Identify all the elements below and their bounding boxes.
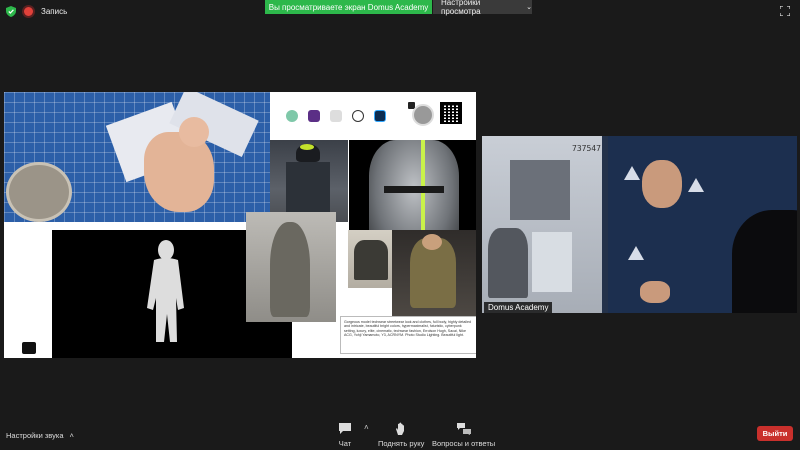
- raise-hand-label: Поднять руку: [378, 439, 425, 448]
- recording-icon: [24, 7, 33, 16]
- qa-icon: [456, 423, 471, 435]
- qa-label: Вопросы и ответы: [432, 439, 496, 448]
- chat-options-icon[interactable]: ˄: [364, 423, 369, 432]
- recording-label: Запись: [41, 7, 68, 16]
- rss-icon: [330, 110, 342, 122]
- silhouette-figure: [147, 240, 184, 342]
- s-app-icon: [308, 110, 320, 122]
- meeting-toolbar: Настройки звука ˄ Чат ˄ Поднять руку Воп…: [0, 416, 800, 450]
- speaker-figure: [732, 210, 797, 313]
- chatgpt-icon: [286, 110, 298, 122]
- leave-button[interactable]: Выйти: [757, 426, 793, 441]
- openai-icon: [352, 110, 364, 122]
- view-settings-button[interactable]: Настройки просмотра ⌄: [433, 0, 532, 16]
- photoshop-icon: [374, 110, 386, 122]
- screen-number: 737547: [572, 144, 601, 153]
- chat-label: Чат: [338, 439, 352, 448]
- fashion-image-olive: [392, 230, 476, 316]
- fashion-image-jacket: [348, 230, 394, 288]
- fullscreen-icon[interactable]: [780, 6, 790, 16]
- speaker-name-label: Domus Academy: [484, 302, 553, 313]
- ai-tools-icons: [286, 110, 386, 122]
- fashion-image-layered: [246, 212, 336, 322]
- qa-button[interactable]: Вопросы и ответы: [432, 422, 495, 448]
- prompt-text: Gorgeous model techwear streetwear look …: [340, 316, 476, 354]
- sound-settings-button[interactable]: Настройки звука ˄: [6, 431, 74, 440]
- shared-screen-slide: Gorgeous model techwear streetwear look …: [4, 92, 476, 358]
- screen-share-banner: Вы просматриваете экран Domus Academy: [265, 0, 432, 14]
- avatar: [412, 104, 434, 126]
- chevron-down-icon: ⌄: [526, 4, 532, 11]
- fashion-image-hood: [270, 140, 348, 222]
- speaker-video[interactable]: 737547: [482, 136, 797, 313]
- view-settings-label: Настройки просмотра: [441, 0, 481, 16]
- chat-icon: [339, 423, 351, 434]
- chat-button[interactable]: Чат: [338, 422, 352, 448]
- elephant-logo: [22, 342, 36, 354]
- cutting-mat-photo: [4, 92, 270, 222]
- security-shield-icon[interactable]: [6, 6, 16, 17]
- qr-code: [440, 102, 462, 124]
- sound-settings-label: Настройки звука: [6, 431, 64, 440]
- chevron-up-icon: ˄: [69, 431, 74, 440]
- raise-hand-button[interactable]: Поднять руку: [378, 422, 424, 448]
- hand-icon: [396, 422, 405, 435]
- meeting-status: Запись: [6, 6, 67, 17]
- projection-screen: 737547: [482, 136, 602, 313]
